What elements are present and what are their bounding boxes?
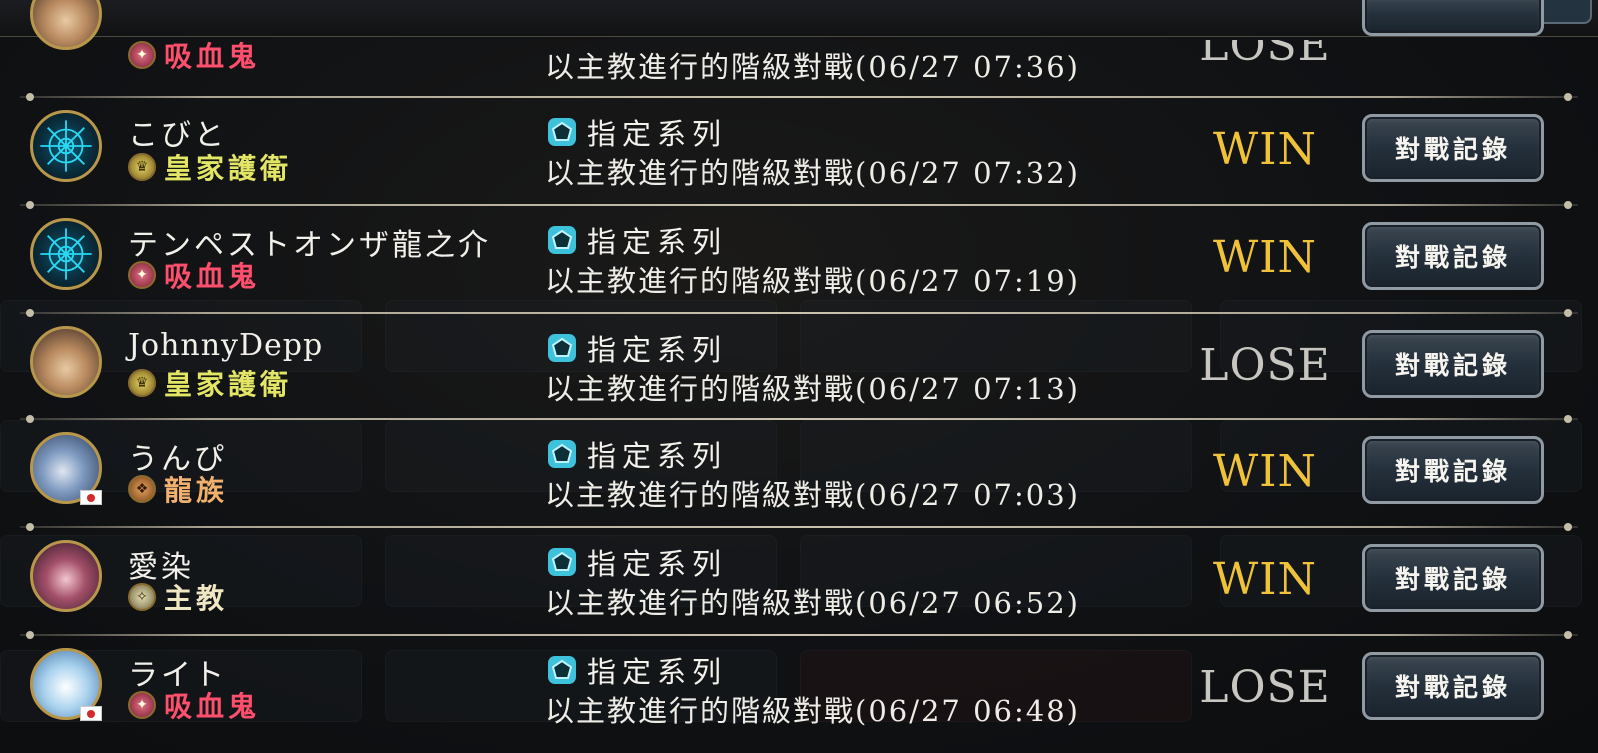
match-result: LOSE <box>1199 340 1331 391</box>
match-description: 以主教進行的階級對戰(06/27 07:13) <box>545 372 1080 406</box>
match-description: 以主教進行的階級對戰(06/27 07:03) <box>545 478 1080 512</box>
match-row: 愛染 ✧ 主教 指定系列 以主教進行的階級對戰(06/27 06:52) WIN… <box>0 528 1598 636</box>
match-description: 以主教進行的階級對戰(06/27 07:19) <box>545 264 1080 298</box>
match-row: ライト ✦ 吸血鬼 指定系列 以主教進行的階級對戰(06/27 06:48) L… <box>0 636 1598 744</box>
format-line: 指定系列 <box>545 330 728 367</box>
royal-class-icon: ♛ <box>128 369 156 397</box>
match-row: うんぴ ❖ 龍族 指定系列 以主教進行的階級對戰(06/27 07:03) WI… <box>0 420 1598 528</box>
class-line: ✦ 吸血鬼 <box>128 38 261 73</box>
match-result: WIN <box>1212 446 1318 497</box>
match-result: WIN <box>1212 124 1318 175</box>
japan-flag-icon <box>80 706 102 721</box>
format-line: 指定系列 <box>545 436 728 473</box>
match-description: 以主教進行的階級對戰(06/27 07:32) <box>545 156 1080 190</box>
battle-record-button[interactable]: 對戰記錄 <box>1362 652 1544 720</box>
format-label: 指定系列 <box>587 117 728 151</box>
character-portrait[interactable] <box>30 540 102 612</box>
class-line: ✧ 主教 <box>128 580 229 615</box>
rotation-format-icon <box>548 656 576 684</box>
match-description: 以主教進行的階級對戰(06/27 06:48) <box>545 694 1080 728</box>
format-line: 指定系列 <box>545 544 728 581</box>
vampire-class-icon: ✦ <box>128 691 156 719</box>
match-description: 以主教進行的階級對戰(06/27 06:52) <box>545 586 1080 620</box>
match-row: こびと ♛ 皇家護衛 指定系列 以主教進行的階級對戰(06/27 07:32) … <box>0 98 1598 206</box>
rotation-format-icon <box>548 334 576 362</box>
class-label: 主教 <box>164 582 229 615</box>
bishop-class-icon: ✧ <box>128 583 156 611</box>
class-label: 龍族 <box>164 474 229 507</box>
format-label: 指定系列 <box>587 655 728 689</box>
class-label: 皇家護衛 <box>164 368 293 401</box>
battle-record-label: 對戰記錄 <box>1394 565 1511 594</box>
match-result: LOSE <box>1199 662 1331 713</box>
japan-flag-icon <box>80 490 102 505</box>
format-line: 指定系列 <box>545 652 728 689</box>
class-label: 吸血鬼 <box>164 40 261 73</box>
emblem-icon[interactable] <box>30 218 102 290</box>
class-line: ♛ 皇家護衛 <box>128 366 293 401</box>
battle-record-button[interactable]: 對戰記錄 <box>1362 114 1544 182</box>
vampire-class-icon: ✦ <box>128 261 156 289</box>
format-label: 指定系列 <box>587 547 728 581</box>
emblem-icon[interactable] <box>30 110 102 182</box>
rotation-format-icon <box>548 548 576 576</box>
match-result: WIN <box>1212 232 1318 283</box>
player-name: JohnnyDepp <box>128 328 324 363</box>
battle-record-button[interactable]: 對戰記錄 <box>1362 544 1544 612</box>
format-label: 指定系列 <box>587 333 728 367</box>
match-description: 以主教進行的階級對戰(06/27 07:36) <box>545 50 1080 84</box>
match-row: JohnnyDepp ♛ 皇家護衛 指定系列 以主教進行的階級對戰(06/27 … <box>0 314 1598 422</box>
battle-record-label: 對戰記錄 <box>1394 457 1511 486</box>
class-line: ✦ 吸血鬼 <box>128 258 261 293</box>
royal-class-icon: ♛ <box>128 153 156 181</box>
match-row: ✦ 吸血鬼 以主教進行的階級對戰(06/27 07:36) LOSE <box>0 0 1598 100</box>
battle-record-button[interactable] <box>1362 0 1544 36</box>
class-line: ❖ 龍族 <box>128 472 229 507</box>
player-avatar[interactable] <box>30 0 102 50</box>
vampire-class-icon: ✦ <box>128 41 156 69</box>
battle-record-label: 對戰記錄 <box>1394 135 1511 164</box>
battle-record-button[interactable]: 對戰記錄 <box>1362 436 1544 504</box>
rotation-format-icon <box>548 118 576 146</box>
battle-record-button[interactable]: 對戰記錄 <box>1362 330 1544 398</box>
class-label: 吸血鬼 <box>164 260 261 293</box>
class-line: ♛ 皇家護衛 <box>128 150 293 185</box>
format-line: 指定系列 <box>545 222 728 259</box>
match-result: LOSE <box>1199 20 1331 71</box>
match-result: WIN <box>1212 554 1318 605</box>
battle-record-label: 對戰記錄 <box>1394 243 1511 272</box>
format-line: 指定系列 <box>545 114 728 151</box>
dragon-class-icon: ❖ <box>128 475 156 503</box>
rotation-format-icon <box>548 440 576 468</box>
class-label: 吸血鬼 <box>164 690 261 723</box>
format-label: 指定系列 <box>587 439 728 473</box>
format-label: 指定系列 <box>587 225 728 259</box>
class-label: 皇家護衛 <box>164 152 293 185</box>
rotation-format-icon <box>548 226 576 254</box>
battle-record-label: 對戰記錄 <box>1394 673 1511 702</box>
character-portrait[interactable] <box>30 326 102 398</box>
match-row: テンペストオンザ龍之介 ✦ 吸血鬼 指定系列 以主教進行的階級對戰(06/27 … <box>0 206 1598 314</box>
class-line: ✦ 吸血鬼 <box>128 688 261 723</box>
battle-record-button[interactable]: 對戰記錄 <box>1362 222 1544 290</box>
battle-record-label: 對戰記錄 <box>1394 351 1511 380</box>
